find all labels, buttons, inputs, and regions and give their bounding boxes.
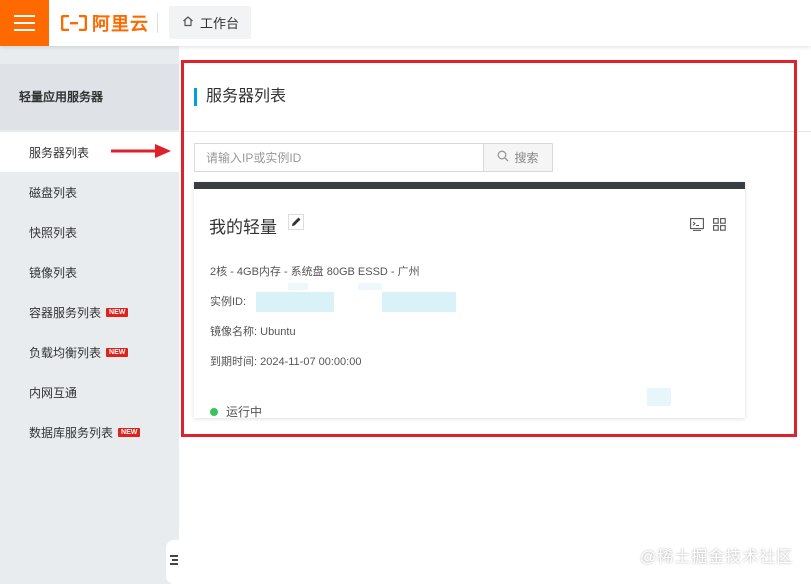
- sidebar-item-label: 负载均衡列表: [29, 345, 102, 360]
- page-header: 服务器列表: [180, 66, 811, 132]
- sidebar-item-snapshot-list[interactable]: 快照列表: [0, 212, 179, 252]
- title-accent-bar: [194, 88, 197, 106]
- server-spec: 2核 - 4GB内存 - 系统盘 80GB ESSD - 广州: [210, 266, 420, 278]
- sidebar-item-image-list[interactable]: 镜像列表: [0, 252, 179, 292]
- aliyun-logo-icon: [61, 15, 87, 31]
- image-name-row: 镜像名称: Ubuntu: [210, 323, 296, 339]
- sidebar-item-label: 快照列表: [29, 225, 78, 240]
- server-card[interactable]: 我的轻量 2核 - 4GB内存 - 系统盘 80GB ESSD - 广州 实例I…: [194, 182, 745, 420]
- expire-time-label: 到期时间:: [210, 356, 258, 368]
- sidebar-item-database-service-list[interactable]: 数据库服务列表 NEW: [0, 412, 179, 452]
- hamburger-menu-button[interactable]: [0, 0, 49, 46]
- search-button[interactable]: 搜索: [483, 143, 553, 172]
- hamburger-icon-line: [14, 15, 35, 17]
- sidebar: 轻量应用服务器 服务器列表 磁盘列表 快照列表 镜像列表 容器服务列表 NEW …: [0, 46, 182, 584]
- aliyun-logo[interactable]: 阿里云: [61, 11, 149, 35]
- new-badge: NEW: [106, 347, 129, 357]
- sidebar-item-label: 内网互通: [29, 385, 78, 400]
- pencil-icon[interactable]: [288, 214, 304, 235]
- status-label: 运行中: [226, 405, 263, 419]
- sidebar-collapse-button[interactable]: [166, 540, 182, 584]
- search-button-label: 搜索: [514, 151, 539, 165]
- redacted-instance-id: [382, 292, 456, 312]
- hamburger-icon-line: [14, 22, 35, 24]
- home-icon: [182, 15, 194, 30]
- sidebar-title: 轻量应用服务器: [0, 64, 179, 130]
- sidebar-item-intranet-interconnect[interactable]: 内网互通: [0, 372, 179, 412]
- image-name-label: 镜像名称:: [210, 326, 258, 338]
- redacted-ip: [647, 388, 671, 406]
- new-badge: NEW: [118, 427, 141, 437]
- image-name-value: Ubuntu: [260, 326, 296, 338]
- new-badge: NEW: [106, 307, 129, 317]
- aliyun-logo-text: 阿里云: [92, 14, 149, 34]
- workbench-label: 工作台: [200, 16, 240, 31]
- redacted-instance-id: [256, 292, 334, 312]
- sidebar-item-label: 磁盘列表: [29, 185, 78, 200]
- expire-time-row: 到期时间: 2024-11-07 00:00:00: [210, 353, 361, 369]
- logo-divider: [157, 13, 158, 33]
- arrow-annotation-icon: [109, 142, 173, 165]
- sidebar-item-label: 容器服务列表: [29, 305, 102, 320]
- sidebar-item-disk-list[interactable]: 磁盘列表: [0, 172, 179, 212]
- page-title: 服务器列表: [206, 88, 287, 105]
- terminal-icon[interactable]: [690, 218, 704, 236]
- search-icon: [497, 150, 509, 165]
- sidebar-item-label: 数据库服务列表: [29, 425, 114, 440]
- workbench-button[interactable]: 工作台: [169, 6, 251, 39]
- watermark: @稀土掘金技术社区: [640, 549, 794, 566]
- top-bar: 阿里云 工作台: [0, 0, 811, 46]
- grid-icon[interactable]: [713, 218, 726, 236]
- sidebar-collapse-icon: [169, 553, 179, 571]
- instance-id-label: 实例ID:: [210, 296, 247, 308]
- hamburger-icon-line: [14, 29, 35, 31]
- server-name: 我的轻量: [209, 218, 277, 237]
- status-indicator: 运行中: [210, 403, 262, 420]
- redacted-blur: [358, 283, 382, 290]
- search-input[interactable]: [194, 143, 484, 172]
- sidebar-item-container-service-list[interactable]: 容器服务列表 NEW: [0, 292, 179, 332]
- sidebar-item-label: 服务器列表: [29, 145, 90, 160]
- expire-time-value: 2024-11-07 00:00:00: [260, 356, 362, 368]
- status-dot: [210, 407, 218, 416]
- sidebar-item-load-balancer-list[interactable]: 负载均衡列表 NEW: [0, 332, 179, 372]
- redacted-blur: [288, 283, 308, 290]
- sidebar-item-label: 镜像列表: [29, 265, 78, 280]
